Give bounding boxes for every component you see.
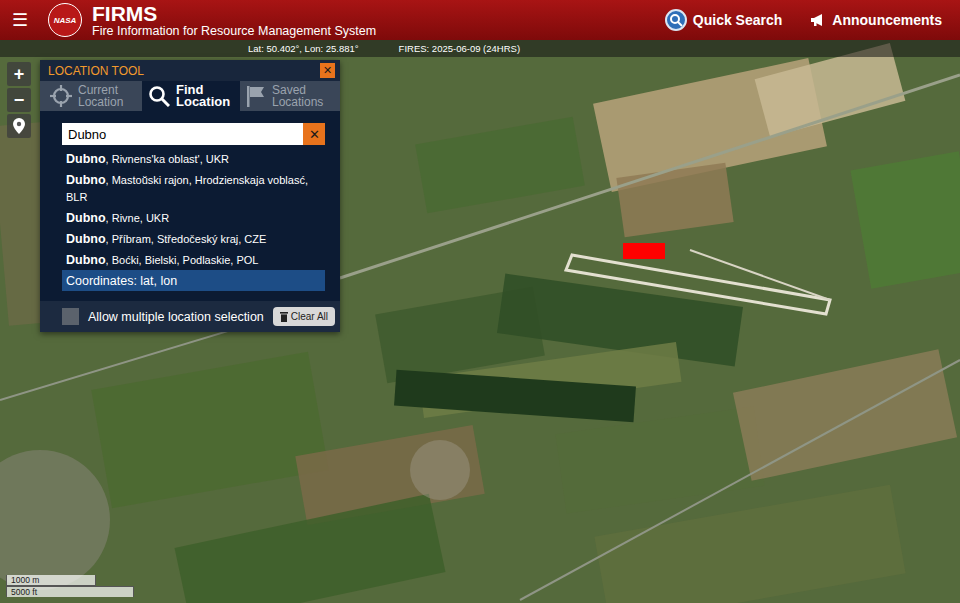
trash-icon [280,312,288,322]
pin-icon [13,118,25,134]
field-patch [755,43,906,137]
fires-date: FIRES: 2025-06-09 (24HRS) [399,43,520,54]
zoom-button[interactable]: + [7,62,31,86]
map-controls: +− [7,62,31,138]
crosshair-icon [50,85,72,107]
menu-button[interactable]: ☰ [8,9,32,31]
search-icon [665,9,687,31]
app-title: FIRMS [92,3,376,24]
tab[interactable]: Current Location [44,81,142,111]
fire-marker[interactable] [623,243,665,259]
magnifier-icon [148,85,170,107]
brand: FIRMSFire Information for Resource Manag… [92,3,376,38]
flag-icon [246,85,266,107]
scale-label: 1000 m [6,575,96,586]
clear-all-button[interactable]: Clear All [273,307,335,326]
tabs: Current LocationFind LocationSaved Locat… [40,81,340,111]
clear-search-button[interactable]: ✕ [303,123,325,145]
info-bar: Lat: 50.402°, Lon: 25.881° FIRES: 2025-06… [0,40,960,57]
field-patch [555,406,764,513]
result-item[interactable]: Dubno, Příbram, Středočeský kraj, CZE [62,228,325,249]
field-patch [850,151,960,288]
field-patch [91,352,328,508]
search-input[interactable] [62,123,303,145]
cursor-coordinates: Lat: 50.402°, Lon: 25.881° [248,43,359,54]
result-item[interactable]: Dubno, Mastoŭski rajon, Hrodzienskaja vo… [62,169,325,207]
tool-header: LOCATION TOOL✕ [40,60,340,81]
nasa-logo[interactable]: NASA [48,3,82,37]
results-list: Dubno, Rivnens'ka oblast', UKRDubno, Mas… [62,148,325,291]
result-item[interactable]: Coordinates: lat, lon [62,270,325,291]
find-location-body: ✕ Dubno, Rivnens'ka oblast', UKRDubno, Ma… [40,111,340,301]
firms-page: ☰ NASA FIRMSFire Information for Resource … [0,0,960,603]
multiple-checkbox[interactable] [62,308,79,325]
scale-bar: 1000 m5000 ft [6,575,134,597]
field-patch [415,117,585,214]
field-patch [733,349,957,481]
megaphone-icon [810,13,826,27]
multiple-label: Allow multiple location selection [88,310,264,324]
zoom-button[interactable]: − [7,88,31,112]
search-field: ✕ [62,123,325,145]
scale-label: 5000 ft [6,586,134,597]
map[interactable]: Lat: 50.402°, Lon: 25.881° FIRES: 2025-06… [0,40,960,603]
close-button[interactable]: ✕ [320,63,335,78]
tab[interactable]: Find Location [142,81,240,111]
result-item[interactable]: Dubno, Rivne, UKR [62,207,325,228]
result-item[interactable]: Dubno, Boćki, Bielski, Podlaskie, POL [62,249,325,270]
header-action[interactable]: Announcements [810,9,942,31]
location-tool: LOCATION TOOL✕Current LocationFind Locat… [40,60,340,332]
tab[interactable]: Saved Locations [240,81,336,111]
header-actions: Quick Search Announcements [665,9,952,31]
result-item[interactable]: Dubno, Rivnens'ka oblast', UKR [62,148,325,169]
header: ☰ NASA FIRMSFire Information for Resource … [0,0,960,40]
location-button[interactable] [7,114,31,138]
app-subtitle: Fire Information for Resource Management… [92,25,376,38]
tool-footer: Allow multiple location selection Clear … [40,301,340,332]
header-action[interactable]: Quick Search [665,9,783,31]
